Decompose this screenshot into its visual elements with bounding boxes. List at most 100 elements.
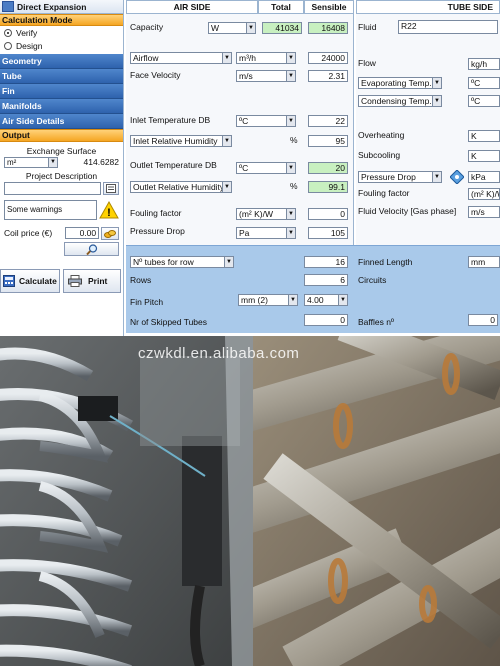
outlet-temp-unit-select[interactable]: ºC ▼: [236, 162, 296, 174]
subcooling-label: Subcooling: [358, 150, 401, 160]
capacity-unit-select[interactable]: W ▼: [208, 22, 256, 34]
nav-air-side-details[interactable]: Air Side Details: [0, 114, 123, 129]
tube-fouling-label: Fouling factor: [358, 188, 410, 198]
inlet-temp-value[interactable]: 22: [308, 115, 348, 127]
finned-length-unit[interactable]: mm: [468, 256, 500, 268]
skipped-tubes-label: Nr of Skipped Tubes: [130, 317, 208, 327]
app-title: Direct Expansion: [17, 1, 87, 12]
condensing-temp-unit: ºC: [468, 95, 500, 107]
outlet-rh-value: 99.1: [308, 181, 348, 193]
skipped-tubes-value[interactable]: 0: [304, 314, 348, 326]
inlet-temp-label: Inlet Temperature DB: [130, 115, 211, 125]
fin-pitch-select[interactable]: 4.00 ▼: [304, 294, 348, 306]
chevron-down-icon: ▼: [286, 209, 295, 219]
subcooling-unit: K: [468, 150, 500, 162]
tubes-per-row-value[interactable]: 16: [304, 256, 348, 268]
inlet-rh-value[interactable]: 95: [308, 135, 348, 147]
air-fouling-value[interactable]: 0: [308, 208, 348, 220]
air-pressure-drop-value: 105: [308, 227, 348, 239]
nav-output[interactable]: Output: [0, 129, 123, 142]
coil-photo-left: [0, 336, 253, 666]
outlet-temp-label: Outlet Temperature DB: [130, 160, 217, 170]
circuits-label: Circuits: [358, 275, 387, 285]
face-velocity-label: Face Velocity: [130, 70, 181, 80]
edit-icon: [106, 184, 116, 193]
mode-verify[interactable]: Verify: [0, 26, 123, 39]
nav-manifolds[interactable]: Manifolds: [0, 99, 123, 114]
edit-description-button[interactable]: [103, 182, 119, 195]
overheating-label: Overheating: [358, 130, 405, 140]
air-fouling-unit-select[interactable]: (m² K)/W ▼: [236, 208, 296, 220]
svg-text:!: !: [107, 207, 111, 219]
inlet-rh-select[interactable]: Inlet Relative Humidity ▼: [130, 135, 232, 147]
left-panel: Direct Expansion Calculation Mode Verify…: [0, 0, 124, 336]
design-label: Design: [16, 40, 43, 51]
coins-button[interactable]: [101, 226, 119, 240]
chevron-down-icon: ▼: [286, 228, 295, 238]
calculate-button[interactable]: Calculate: [0, 269, 60, 293]
calculator-icon: [3, 275, 15, 287]
fin-pitch-unit-select[interactable]: mm (2) ▼: [238, 294, 298, 306]
printer-icon: [68, 275, 82, 287]
chevron-down-icon: ▼: [432, 172, 441, 182]
nav-fin[interactable]: Fin: [0, 84, 123, 99]
chevron-down-icon: ▼: [286, 71, 295, 81]
airflow-value[interactable]: 24000: [308, 52, 348, 64]
copper-coil-photo: [0, 336, 253, 666]
condensing-temp-select[interactable]: Condensing Temp. ▼: [358, 95, 442, 107]
mode-design[interactable]: Design: [0, 39, 123, 52]
design-radio[interactable]: [4, 41, 12, 50]
print-button[interactable]: Print: [63, 269, 121, 293]
airflow-select[interactable]: Airflow ▼: [130, 52, 232, 64]
capacity-label: Capacity: [130, 22, 164, 32]
evaporating-temp-unit: ºC: [468, 77, 500, 89]
exchange-unit-select[interactable]: m² ▼: [4, 157, 58, 168]
warning-icon: !: [99, 201, 119, 219]
air-pressure-drop-label: Pressure Drop: [130, 226, 185, 236]
tube-pressure-drop-select[interactable]: Pressure Drop ▼: [358, 171, 442, 183]
tube-side-header: TUBE SIDE: [356, 0, 500, 14]
face-velocity-unit-select[interactable]: m/s ▼: [236, 70, 296, 82]
chevron-down-icon: ▼: [286, 163, 295, 173]
fluid-select[interactable]: R22: [398, 20, 498, 34]
chevron-down-icon: ▼: [246, 23, 255, 33]
tube-fouling-unit: (m² K)/W: [468, 188, 500, 200]
search-icon: [85, 243, 97, 255]
chevron-down-icon: ▼: [286, 116, 295, 126]
warning-message: Some warnings: [4, 200, 97, 220]
exchange-value: 414.6282: [83, 157, 119, 167]
face-velocity-value: 2.31: [308, 70, 348, 82]
chevron-down-icon: ▼: [222, 182, 231, 192]
tubes-per-row-select[interactable]: Nº tubes for row ▼: [130, 256, 234, 268]
app-icon: [2, 1, 14, 12]
info-diamond-icon[interactable]: [450, 170, 464, 184]
air-side-header: AIR SIDE: [126, 0, 258, 14]
air-fouling-label: Fouling factor: [130, 208, 182, 218]
tube-pressure-drop-unit: kPa: [468, 171, 500, 183]
project-description-field[interactable]: [4, 182, 101, 195]
chevron-down-icon: ▼: [224, 257, 233, 267]
verify-radio[interactable]: [4, 28, 12, 37]
coil-price-input[interactable]: 0.00: [65, 227, 100, 239]
outlet-rh-select[interactable]: Outlet Relative Humidity ▼: [130, 181, 232, 193]
chevron-down-icon: ▼: [222, 136, 231, 146]
nav-tube[interactable]: Tube: [0, 69, 123, 84]
chevron-down-icon: ▼: [288, 295, 297, 305]
chevron-down-icon: ▼: [286, 53, 295, 63]
inlet-temp-unit-select[interactable]: ºC ▼: [236, 115, 296, 127]
rows-value[interactable]: 6: [304, 274, 348, 286]
exchange-surface-label: Exchange Surface: [26, 146, 97, 156]
sensible-header: Sensible: [304, 0, 354, 14]
fluid-velocity-label: Fluid Velocity [Gas phase]: [358, 206, 457, 216]
search-button[interactable]: [64, 242, 119, 256]
flow-unit: kg/h: [468, 58, 500, 70]
coil-photo-right: [253, 336, 500, 666]
airflow-unit-select[interactable]: m³/h ▼: [236, 52, 296, 64]
evaporating-temp-select[interactable]: Evaporating Temp. ▼: [358, 77, 442, 89]
air-pressure-drop-unit-select[interactable]: Pa ▼: [236, 227, 296, 239]
nav-geometry[interactable]: Geometry: [0, 54, 123, 69]
flow-label: Flow: [358, 58, 376, 68]
chevron-down-icon: ▼: [222, 53, 231, 63]
total-header: Total: [258, 0, 304, 14]
baffles-value[interactable]: 0: [468, 314, 498, 326]
